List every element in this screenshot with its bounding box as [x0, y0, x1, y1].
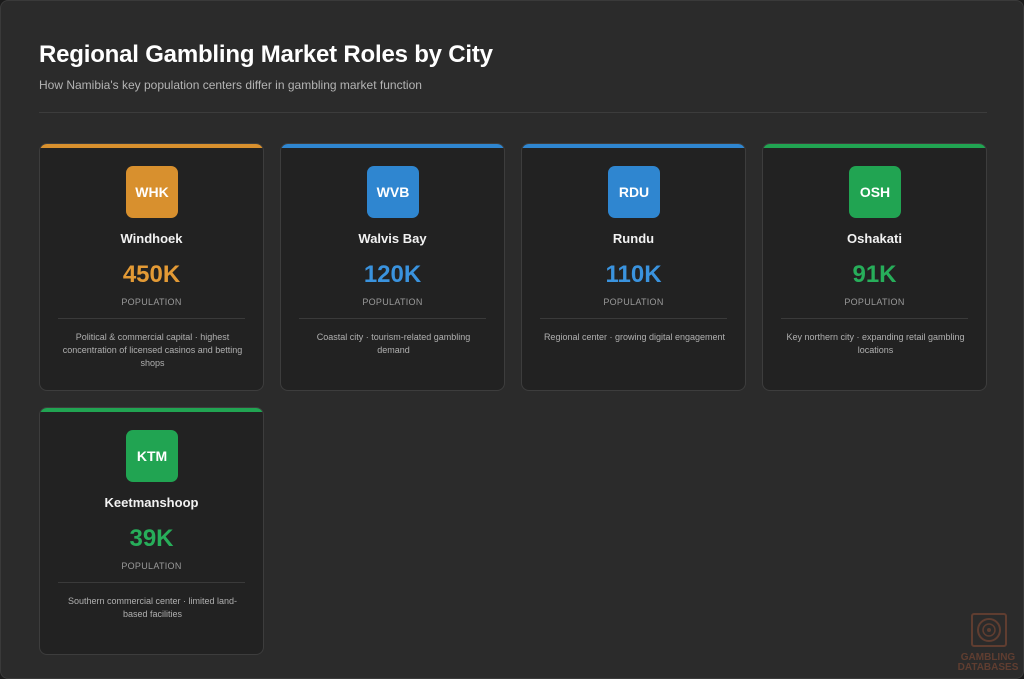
city-code-badge: WVB [367, 166, 419, 218]
city-card-keetmanshoop: KTM Keetmanshoop 39K POPULATION Southern… [39, 407, 264, 655]
card-accent-bar [763, 144, 986, 148]
card-accent-bar [522, 144, 745, 148]
watermark-logo: GAMBLING DATABASES [953, 613, 1023, 677]
city-description: Political & commercial capital · highest… [62, 332, 243, 368]
population-label: POPULATION [603, 297, 664, 307]
city-name: Windhoek [120, 231, 183, 246]
header-divider [39, 112, 987, 113]
city-card-windhoek: WHK Windhoek 450K POPULATION Political &… [39, 143, 264, 391]
city-name: Keetmanshoop [104, 495, 199, 510]
population-label: POPULATION [121, 561, 182, 571]
card-divider [781, 318, 968, 319]
city-name: Walvis Bay [358, 231, 427, 246]
card-divider [58, 582, 245, 583]
city-population: 110K [605, 261, 662, 288]
city-card-rundu: RDU Rundu 110K POPULATION Regional cente… [521, 143, 746, 391]
city-description: Regional center · growing digital engage… [543, 332, 726, 342]
watermark-text: GAMBLING DATABASES [953, 653, 1023, 673]
population-label: POPULATION [844, 297, 905, 307]
population-label: POPULATION [362, 297, 423, 307]
city-name: Rundu [612, 231, 655, 246]
city-card-oshakati: OSH Oshakati 91K POPULATION Key northern… [762, 143, 987, 391]
card-accent-bar [40, 408, 263, 412]
city-population: 450K [122, 261, 181, 288]
city-description: Coastal city · tourism-related gambling … [316, 332, 471, 355]
card-divider [540, 318, 727, 319]
main-panel: Regional Gambling Market Roles by City H… [0, 0, 1024, 679]
city-code-badge: WHK [126, 166, 178, 218]
city-card-walvis-bay: WVB Walvis Bay 120K POPULATION Coastal c… [280, 143, 505, 391]
card-accent-bar [40, 144, 263, 148]
card-divider [58, 318, 245, 319]
page-title: Regional Gambling Market Roles by City [39, 41, 493, 68]
city-population: 39K [129, 525, 174, 552]
city-population: 120K [363, 261, 422, 288]
card-accent-bar [281, 144, 504, 148]
page-subtitle: How Namibia's key population centers dif… [39, 78, 422, 92]
city-description: Key northern city · expanding retail gam… [786, 332, 965, 355]
city-name: Oshakati [847, 231, 902, 246]
city-description: Southern commercial center · limited lan… [67, 596, 238, 619]
population-label: POPULATION [121, 297, 182, 307]
roulette-wheel-icon [971, 613, 1007, 647]
card-divider [299, 318, 486, 319]
city-code-badge: KTM [126, 430, 178, 482]
city-code-badge: RDU [608, 166, 660, 218]
city-population: 91K [852, 261, 897, 288]
city-code-badge: OSH [849, 166, 901, 218]
watermark-line2: DATABASES [957, 662, 1019, 673]
